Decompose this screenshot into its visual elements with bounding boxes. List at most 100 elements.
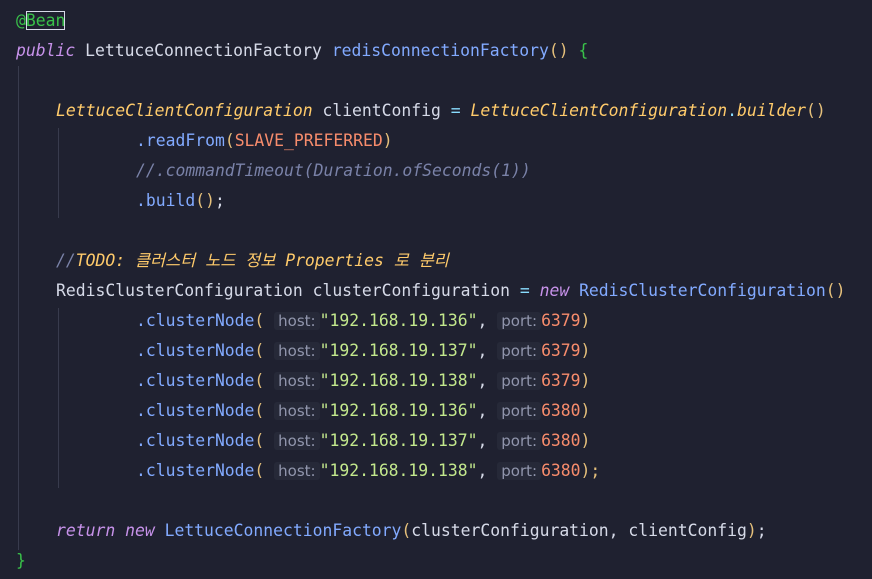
cluster-node-open: ( (254, 341, 265, 360)
cluster-node-close: ); (580, 461, 601, 480)
code-line-annotation: @Bean (16, 6, 66, 36)
arg-comma: , (477, 401, 488, 420)
port-param-hint: port: (497, 402, 542, 420)
arg-comma: , (477, 431, 488, 450)
annotation-bean: Bean (25, 11, 66, 30)
return-type: LettuceConnectionFactory (85, 41, 322, 60)
code-line-client-config: LettuceClientConfiguration clientConfig … (56, 96, 826, 126)
cluster-node-method: .clusterNode (136, 371, 255, 390)
return-args: clusterConfiguration, clientConfig (411, 521, 747, 540)
comment-slashes: // (56, 251, 76, 270)
host-string: "192.168.19.137" (319, 431, 478, 450)
indent-guide-outer (18, 66, 19, 550)
code-line-build: .build(); (136, 186, 225, 216)
code-line-read-from: .readFrom(SLAVE_PREFERRED) (136, 126, 393, 156)
cluster-node-open: ( (254, 311, 265, 330)
builder-parens: () (806, 101, 826, 120)
annotation-at: @ (16, 11, 26, 30)
method-open-brace: { (578, 41, 589, 60)
code-line-cluster-node: .clusterNode( host: "192.168.19.137", por… (136, 426, 590, 456)
port-number: 6379 (541, 341, 581, 360)
code-line-cluster-node: .clusterNode( host: "192.168.19.137", por… (136, 336, 590, 366)
cluster-node-open: ( (254, 401, 265, 420)
client-config-type: LettuceClientConfiguration (56, 101, 313, 120)
cluster-node-method: .clusterNode (136, 461, 255, 480)
port-number: 6379 (541, 311, 581, 330)
builder-method: builder (736, 101, 807, 120)
read-from-close: ) (382, 131, 393, 150)
cluster-node-open: ( (254, 461, 265, 480)
arg-comma: , (477, 371, 488, 390)
code-line-method-declaration: public LettuceConnectionFactory redisCon… (16, 36, 588, 66)
keyword-public: public (16, 41, 76, 60)
method-parens: () (548, 41, 569, 60)
cluster-node-open: ( (254, 371, 265, 390)
host-string: "192.168.19.138" (319, 371, 478, 390)
keyword-return: return (56, 521, 116, 540)
build-method: .build (136, 191, 196, 210)
cluster-node-method: .clusterNode (136, 311, 255, 330)
code-line-cluster-node: .clusterNode( host: "192.168.19.138", por… (136, 456, 600, 486)
port-param-hint: port: (497, 462, 542, 480)
host-string: "192.168.19.138" (319, 461, 478, 480)
cluster-node-close: ) (580, 401, 591, 420)
port-number: 6380 (541, 461, 581, 480)
read-from-method: .readFrom (136, 131, 225, 150)
keyword-new: new (125, 521, 155, 540)
method-name: redisConnectionFactory (331, 41, 549, 60)
port-number: 6380 (541, 431, 581, 450)
arg-comma: , (477, 461, 488, 480)
host-param-hint: host: (274, 402, 320, 420)
builder-class: LettuceClientConfiguration (470, 101, 728, 120)
code-editor[interactable]: @Bean public LettuceConnectionFactory re… (0, 0, 872, 579)
code-line-cluster-node: .clusterNode( host: "192.168.19.138", por… (136, 366, 590, 396)
dot-operator: . (727, 101, 737, 120)
port-param-hint: port: (497, 432, 542, 450)
cluster-node-open: ( (254, 431, 265, 450)
return-open: ( (401, 521, 412, 540)
cluster-config-class: RedisClusterConfiguration (579, 281, 826, 300)
cluster-node-close: ) (580, 341, 591, 360)
indent-guide-cluster (58, 308, 59, 488)
host-param-hint: host: (274, 432, 320, 450)
host-param-hint: host: (274, 312, 320, 330)
client-config-var: clientConfig (322, 101, 441, 120)
port-number: 6379 (541, 371, 581, 390)
host-param-hint: host: (274, 372, 320, 390)
code-line-cluster-node: .clusterNode( host: "192.168.19.136", por… (136, 306, 590, 336)
port-number: 6380 (541, 401, 581, 420)
cluster-node-method: .clusterNode (136, 431, 255, 450)
arg-comma: , (477, 341, 488, 360)
cluster-node-method: .clusterNode (136, 401, 255, 420)
build-semicolon: ; (214, 191, 225, 210)
code-line-cluster-config: RedisClusterConfiguration clusterConfigu… (56, 276, 846, 306)
cluster-node-close: ) (580, 431, 591, 450)
code-line-commented-timeout: //.commandTimeout(Duration.ofSeconds(1)) (136, 161, 531, 180)
build-parens: () (195, 191, 215, 210)
return-class: LettuceConnectionFactory (164, 521, 402, 540)
indent-guide-builder (58, 128, 59, 218)
cluster-config-var: clusterConfiguration (312, 281, 510, 300)
cluster-node-method: .clusterNode (136, 341, 255, 360)
arg-comma: , (477, 311, 488, 330)
read-from-open: ( (224, 131, 235, 150)
code-line-close-brace: } (16, 551, 26, 570)
assign-operator: = (450, 101, 461, 120)
host-string: "192.168.19.136" (319, 311, 478, 330)
read-from-arg: SLAVE_PREFERRED (234, 131, 383, 150)
port-param-hint: port: (497, 372, 542, 390)
return-semicolon: ; (756, 521, 767, 540)
todo-text: TODO: 클러스터 노드 정보 Properties 로 분리 (75, 251, 449, 270)
code-line-cluster-node: .clusterNode( host: "192.168.19.136", por… (136, 396, 590, 426)
host-param-hint: host: (274, 462, 320, 480)
cluster-node-close: ) (580, 311, 591, 330)
cluster-assign-operator: = (519, 281, 530, 300)
host-string: "192.168.19.137" (319, 341, 478, 360)
host-param-hint: host: (274, 342, 320, 360)
cluster-config-type: RedisClusterConfiguration (56, 281, 303, 300)
cluster-config-parens: () (825, 281, 846, 300)
port-param-hint: port: (497, 342, 542, 360)
keyword-new: new (539, 281, 570, 300)
port-param-hint: port: (497, 312, 542, 330)
host-string: "192.168.19.136" (319, 401, 478, 420)
